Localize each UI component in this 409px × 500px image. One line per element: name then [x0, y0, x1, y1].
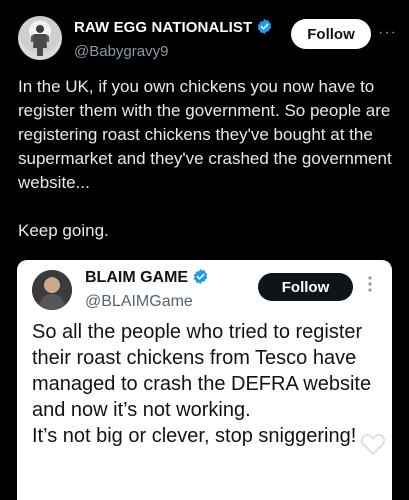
avatar-figure [31, 25, 49, 56]
author-display-name[interactable]: RAW EGG NATIONALIST [74, 19, 252, 36]
quoted-post-screenshot[interactable]: BLAIM GAME @BLAIMGame Follow So all the … [17, 260, 392, 500]
quoted-author-display-name: BLAIM GAME [85, 269, 189, 286]
post-text: In the UK, if you own chickens you now h… [18, 75, 398, 243]
author-handle[interactable]: @Babygravy9 [74, 43, 273, 60]
quoted-more-options-icon [368, 276, 372, 292]
quoted-author-avatar [32, 270, 72, 310]
quoted-follow-button: Follow [258, 273, 353, 301]
quoted-author-handle: @BLAIMGame [85, 293, 193, 310]
post-header: RAW EGG NATIONALIST @Babygravy9 Follow ·… [18, 14, 399, 62]
quoted-author-info: BLAIM GAME @BLAIMGame [85, 268, 209, 311]
post-text-paragraph: In the UK, if you own chickens you now h… [18, 77, 392, 192]
verified-badge-icon [192, 268, 209, 290]
author-info: RAW EGG NATIONALIST @Babygravy9 [74, 18, 273, 60]
post-text-paragraph: Keep going. [18, 221, 109, 240]
quoted-avatar-figure [32, 270, 72, 310]
heart-icon [360, 434, 386, 456]
quoted-post-text-paragraph: It’s not big or clever, stop sniggering! [32, 425, 357, 447]
follow-button[interactable]: Follow [291, 19, 371, 49]
quoted-post-text-paragraph: So all the people who tried to register … [32, 321, 372, 421]
quoted-post-text: So all the people who tried to register … [32, 319, 387, 449]
author-avatar[interactable] [18, 16, 62, 60]
verified-badge-icon [256, 18, 273, 40]
more-options-icon[interactable]: ··· [378, 24, 397, 42]
